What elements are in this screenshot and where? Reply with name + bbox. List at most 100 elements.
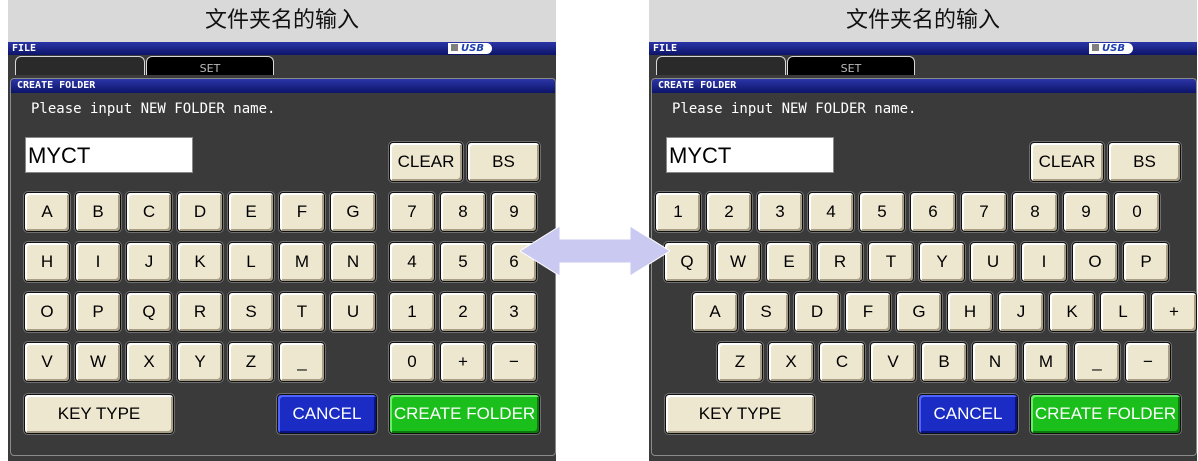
key-c[interactable]: C: [819, 342, 865, 382]
clear-button[interactable]: CLEAR: [389, 142, 463, 182]
create-folder-dialog: CREATE FOLDER Please input NEW FOLDER na…: [651, 78, 1197, 456]
folder-name-input[interactable]: MYCT: [666, 137, 834, 173]
key-9[interactable]: 9: [1063, 192, 1109, 232]
key-2[interactable]: 2: [706, 192, 752, 232]
key-3[interactable]: 3: [491, 292, 537, 332]
key-6[interactable]: 6: [910, 192, 956, 232]
key-f[interactable]: F: [845, 292, 891, 332]
key-p[interactable]: P: [75, 292, 121, 332]
create-folder-dialog: CREATE FOLDER Please input NEW FOLDER na…: [10, 78, 556, 456]
key-c[interactable]: C: [126, 192, 172, 232]
backspace-button[interactable]: BS: [467, 142, 540, 182]
key-minus[interactable]: −: [1125, 342, 1171, 382]
key-underscore[interactable]: _: [279, 342, 325, 382]
key-minus[interactable]: −: [491, 342, 537, 382]
key-a[interactable]: A: [692, 292, 738, 332]
key-i[interactable]: I: [1021, 242, 1067, 282]
key-z[interactable]: Z: [717, 342, 763, 382]
key-n[interactable]: N: [330, 242, 376, 282]
key-v[interactable]: V: [870, 342, 916, 382]
key-w[interactable]: W: [75, 342, 121, 382]
key-k[interactable]: K: [1049, 292, 1095, 332]
key-o[interactable]: O: [24, 292, 70, 332]
key-q[interactable]: Q: [126, 292, 172, 332]
key-type-button[interactable]: KEY TYPE: [24, 394, 174, 434]
key-8[interactable]: 8: [1012, 192, 1058, 232]
key-i[interactable]: I: [75, 242, 121, 282]
key-y[interactable]: Y: [177, 342, 223, 382]
key-y[interactable]: Y: [919, 242, 965, 282]
key-8[interactable]: 8: [440, 192, 486, 232]
cancel-button[interactable]: CANCEL: [918, 394, 1018, 434]
key-j[interactable]: J: [998, 292, 1044, 332]
key-7[interactable]: 7: [961, 192, 1007, 232]
create-folder-button[interactable]: CREATE FOLDER: [1030, 394, 1181, 434]
key-p[interactable]: P: [1123, 242, 1169, 282]
key-3[interactable]: 3: [757, 192, 803, 232]
key-j[interactable]: J: [126, 242, 172, 282]
key-r[interactable]: R: [177, 292, 223, 332]
key-d[interactable]: D: [794, 292, 840, 332]
key-s[interactable]: S: [228, 292, 274, 332]
folder-name-input[interactable]: MYCT: [25, 137, 193, 173]
key-x[interactable]: X: [126, 342, 172, 382]
key-d[interactable]: D: [177, 192, 223, 232]
usb-status-icon: USB: [1089, 43, 1133, 54]
panel-qwerty-layout: 文件夹名的输入 FILE USB SET CREATE FOLDER Pleas…: [649, 0, 1197, 461]
key-l[interactable]: L: [1100, 292, 1146, 332]
key-4[interactable]: 4: [389, 242, 435, 282]
key-f[interactable]: F: [279, 192, 325, 232]
bg-tab-label: SET: [840, 62, 862, 75]
background-tab: [656, 56, 786, 75]
key-m[interactable]: M: [1023, 342, 1069, 382]
key-underscore[interactable]: _: [1074, 342, 1120, 382]
key-e[interactable]: E: [228, 192, 274, 232]
dialog-title: CREATE FOLDER: [11, 79, 555, 93]
key-h[interactable]: H: [24, 242, 70, 282]
file-bar-label: FILE: [12, 43, 37, 54]
key-2[interactable]: 2: [440, 292, 486, 332]
key-0[interactable]: 0: [389, 342, 435, 382]
key-e[interactable]: E: [766, 242, 812, 282]
key-a[interactable]: A: [24, 192, 70, 232]
key-plus[interactable]: +: [1151, 292, 1197, 332]
backspace-button[interactable]: BS: [1108, 142, 1181, 182]
key-o[interactable]: O: [1072, 242, 1118, 282]
cancel-button[interactable]: CANCEL: [277, 394, 377, 434]
key-q[interactable]: Q: [664, 242, 710, 282]
bg-tab-label: SET: [199, 62, 221, 75]
key-x[interactable]: X: [768, 342, 814, 382]
create-folder-button[interactable]: CREATE FOLDER: [389, 394, 540, 434]
key-0[interactable]: 0: [1114, 192, 1160, 232]
key-l[interactable]: L: [228, 242, 274, 282]
key-b[interactable]: B: [921, 342, 967, 382]
key-type-button[interactable]: KEY TYPE: [665, 394, 815, 434]
key-5[interactable]: 5: [440, 242, 486, 282]
key-u[interactable]: U: [330, 292, 376, 332]
key-r[interactable]: R: [817, 242, 863, 282]
key-u[interactable]: U: [970, 242, 1016, 282]
key-n[interactable]: N: [972, 342, 1018, 382]
key-5[interactable]: 5: [859, 192, 905, 232]
key-plus[interactable]: +: [440, 342, 486, 382]
key-1[interactable]: 1: [389, 292, 435, 332]
key-w[interactable]: W: [715, 242, 761, 282]
key-t[interactable]: T: [279, 292, 325, 332]
key-4[interactable]: 4: [808, 192, 854, 232]
key-7[interactable]: 7: [389, 192, 435, 232]
key-h[interactable]: H: [947, 292, 993, 332]
background-tab: [15, 56, 145, 75]
key-v[interactable]: V: [24, 342, 70, 382]
clear-button[interactable]: CLEAR: [1030, 142, 1104, 182]
key-b[interactable]: B: [75, 192, 121, 232]
key-g[interactable]: G: [330, 192, 376, 232]
device-screen: FILE USB SET CREATE FOLDER Please input …: [8, 42, 556, 461]
caption: 文件夹名的输入: [649, 0, 1197, 42]
key-s[interactable]: S: [743, 292, 789, 332]
key-k[interactable]: K: [177, 242, 223, 282]
key-z[interactable]: Z: [228, 342, 274, 382]
key-t[interactable]: T: [868, 242, 914, 282]
key-m[interactable]: M: [279, 242, 325, 282]
file-title-bar: FILE USB: [649, 42, 1197, 55]
key-g[interactable]: G: [896, 292, 942, 332]
